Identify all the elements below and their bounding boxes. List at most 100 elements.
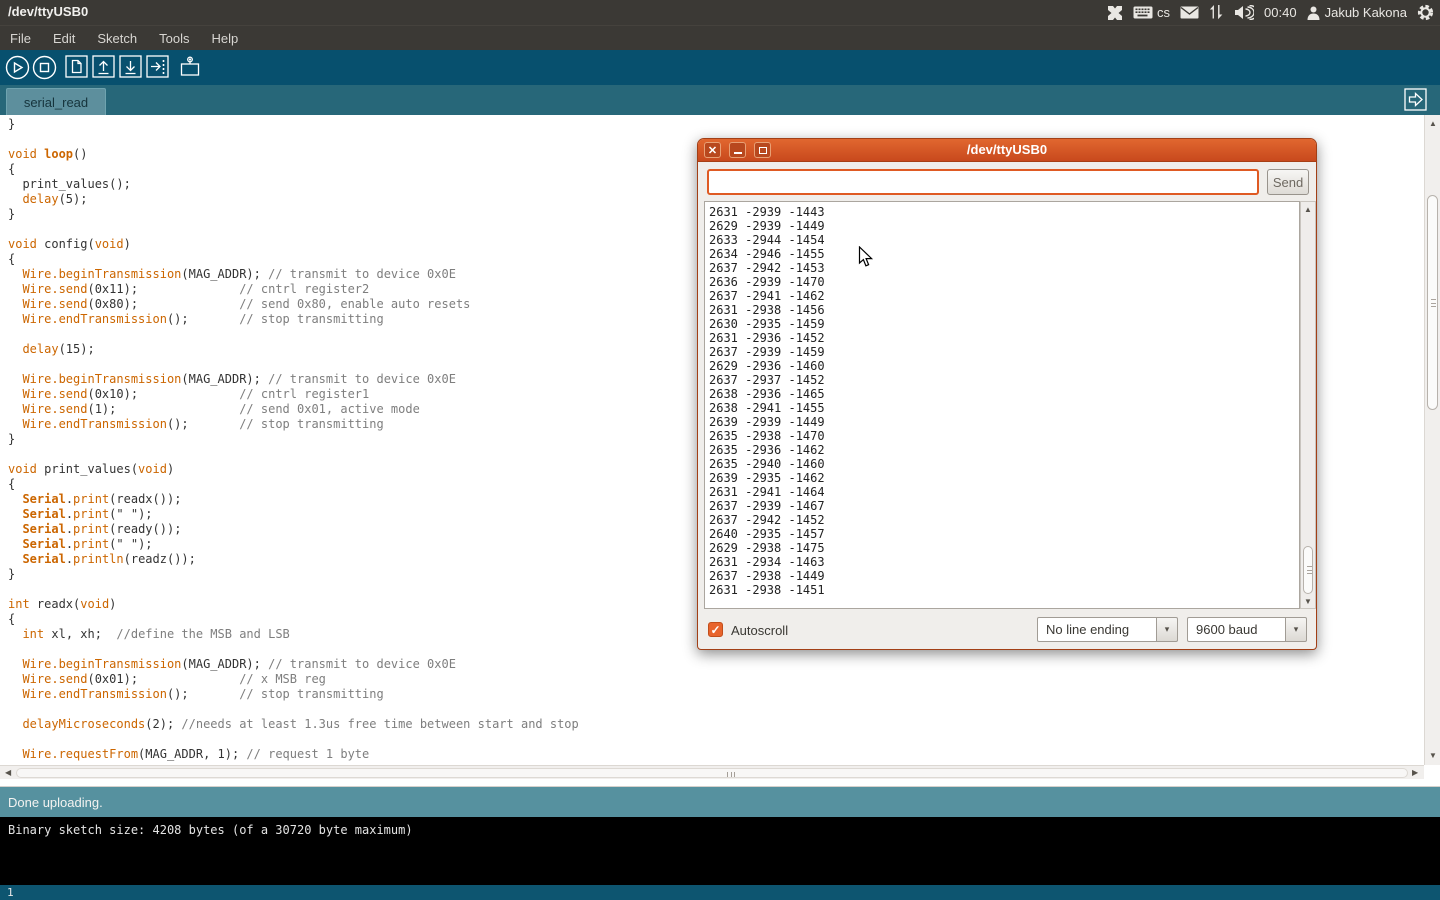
code-line: Serial.print(" "); [8, 507, 579, 522]
user-icon [1307, 6, 1320, 20]
verify-button[interactable] [5, 55, 30, 80]
scroll-right-arrow-icon[interactable]: ▶ [1412, 769, 1418, 777]
code-line [8, 357, 579, 372]
code-line: delayMicroseconds(2); //needs at least 1… [8, 717, 579, 732]
code-line [8, 447, 579, 462]
code-line: } [8, 432, 579, 447]
code-line: Wire.endTransmission(); // stop transmit… [8, 312, 579, 327]
menu-sketch[interactable]: Sketch [97, 31, 137, 46]
code-line: } [8, 567, 579, 582]
editor-vertical-scrollbar[interactable]: ▲ ▼ [1424, 115, 1440, 765]
line-ending-value: No line ending [1046, 622, 1129, 637]
code-area[interactable]: } void loop(){ print_values(); delay(5);… [8, 117, 579, 762]
line-number: 1 [7, 886, 14, 899]
open-button[interactable] [92, 55, 117, 80]
menubar: File Edit Sketch Tools Help [0, 25, 1440, 50]
code-line: void config(void) [8, 237, 579, 252]
mail-icon[interactable] [1180, 6, 1199, 19]
code-line: { [8, 477, 579, 492]
network-arrows-icon[interactable] [1209, 5, 1224, 20]
editor-hscroll-thumb[interactable] [16, 768, 1408, 778]
new-sketch-button[interactable] [65, 55, 90, 80]
code-line [8, 732, 579, 747]
serial-send-input[interactable] [707, 169, 1259, 195]
code-line: { [8, 252, 579, 267]
code-line: Wire.send(0x10); // cntrl register1 [8, 387, 579, 402]
serial-output-area[interactable]: 2631 -2939 -1443 2629 -2939 -1449 2633 -… [704, 201, 1300, 609]
desktop: /dev/ttyUSB0 cs 00:40 [0, 0, 1440, 900]
code-line [8, 642, 579, 657]
code-line: delay(15); [8, 342, 579, 357]
code-line: int xl, xh; //define the MSB and LSB [8, 627, 579, 642]
menu-help[interactable]: Help [211, 31, 238, 46]
code-line [8, 132, 579, 147]
code-line: Wire.send(1); // send 0x01, active mode [8, 402, 579, 417]
serial-monitor-button[interactable] [178, 55, 203, 80]
ide-toolbar [0, 50, 1440, 85]
scroll-up-arrow-icon[interactable]: ▲ [1304, 206, 1312, 214]
autoscroll-checkbox[interactable]: ✓ [708, 622, 723, 637]
code-line: void print_values(void) [8, 462, 579, 477]
stop-button[interactable] [32, 55, 57, 80]
serial-scroll-thumb[interactable] [1303, 546, 1313, 594]
scroll-left-arrow-icon[interactable]: ◀ [5, 769, 11, 777]
session-gear-icon[interactable] [1417, 4, 1434, 21]
code-line: delay(5); [8, 192, 579, 207]
autoscroll-label: Autoscroll [731, 623, 788, 638]
serial-monitor-title: /dev/ttyUSB0 [698, 142, 1316, 157]
serial-scrollbar[interactable]: ▲ ▼ [1300, 201, 1316, 609]
username-label[interactable]: Jakub Kakona [1325, 5, 1407, 20]
system-tray: cs 00:40 Jakub Kakona [1107, 0, 1434, 25]
menu-file[interactable]: File [10, 31, 31, 46]
console-output: Binary sketch size: 4208 bytes (of a 307… [8, 823, 1440, 838]
baud-rate-select[interactable]: 9600 baud [1187, 617, 1286, 642]
code-line: { [8, 612, 579, 627]
tab-menu-button[interactable] [1404, 88, 1427, 111]
code-line: { [8, 162, 579, 177]
editor-horizontal-scrollbar[interactable]: ◀ ▶ [0, 765, 1424, 779]
code-line: print_values(); [8, 177, 579, 192]
save-button[interactable] [119, 55, 144, 80]
code-line: Wire.send(0x11); // cntrl register2 [8, 282, 579, 297]
menu-edit[interactable]: Edit [53, 31, 75, 46]
serial-monitor-window: ✕ /dev/ttyUSB0 Send 2631 -2939 -1443 262… [697, 138, 1317, 650]
scroll-down-arrow-icon[interactable]: ▼ [1304, 598, 1312, 606]
ide-status-bar: Done uploading. [0, 787, 1440, 817]
line-indicator-bar: 1 [0, 885, 1440, 900]
tab-serial-read[interactable]: serial_read [6, 88, 106, 115]
status-message: Done uploading. [8, 795, 103, 810]
scroll-grip [1307, 566, 1312, 574]
editor-vscroll-thumb[interactable] [1427, 195, 1438, 410]
baud-rate-value: 9600 baud [1196, 622, 1257, 637]
upload-button[interactable] [146, 55, 171, 80]
keyboard-icon[interactable] [1133, 6, 1153, 19]
editor-divider [0, 779, 1440, 787]
line-ending-select[interactable]: No line ending [1037, 617, 1157, 642]
ide-console: Binary sketch size: 4208 bytes (of a 307… [0, 817, 1440, 885]
code-line: Wire.send(0x01); // x MSB reg [8, 672, 579, 687]
x-applet-icon[interactable] [1107, 5, 1123, 21]
desktop-panel: /dev/ttyUSB0 cs 00:40 [0, 0, 1440, 25]
volume-icon[interactable] [1234, 5, 1254, 20]
code-line: Serial.print(" "); [8, 537, 579, 552]
code-line: Wire.beginTransmission(MAG_ADDR); // tra… [8, 657, 579, 672]
menu-tools[interactable]: Tools [159, 31, 189, 46]
code-line: Serial.print(ready()); [8, 522, 579, 537]
window-title: /dev/ttyUSB0 [8, 4, 88, 19]
serial-monitor-titlebar[interactable]: ✕ /dev/ttyUSB0 [698, 139, 1316, 162]
chevron-down-icon[interactable]: ▾ [1286, 617, 1307, 642]
code-line [8, 222, 579, 237]
code-line: Wire.endTransmission(); // stop transmit… [8, 687, 579, 702]
keyboard-layout-label[interactable]: cs [1157, 5, 1170, 20]
code-line [8, 702, 579, 717]
scroll-down-arrow-icon[interactable]: ▼ [1429, 752, 1437, 760]
clock-label[interactable]: 00:40 [1264, 5, 1297, 20]
scroll-up-arrow-icon[interactable]: ▲ [1429, 120, 1437, 128]
send-button[interactable]: Send [1267, 169, 1309, 195]
serial-output[interactable]: 2631 -2939 -1443 2629 -2939 -1449 2633 -… [709, 205, 825, 597]
code-line: Serial.print(readx()); [8, 492, 579, 507]
code-line: Serial.println(readz()); [8, 552, 579, 567]
code-line [8, 582, 579, 597]
chevron-down-icon[interactable]: ▾ [1157, 617, 1178, 642]
code-line: } [8, 117, 579, 132]
